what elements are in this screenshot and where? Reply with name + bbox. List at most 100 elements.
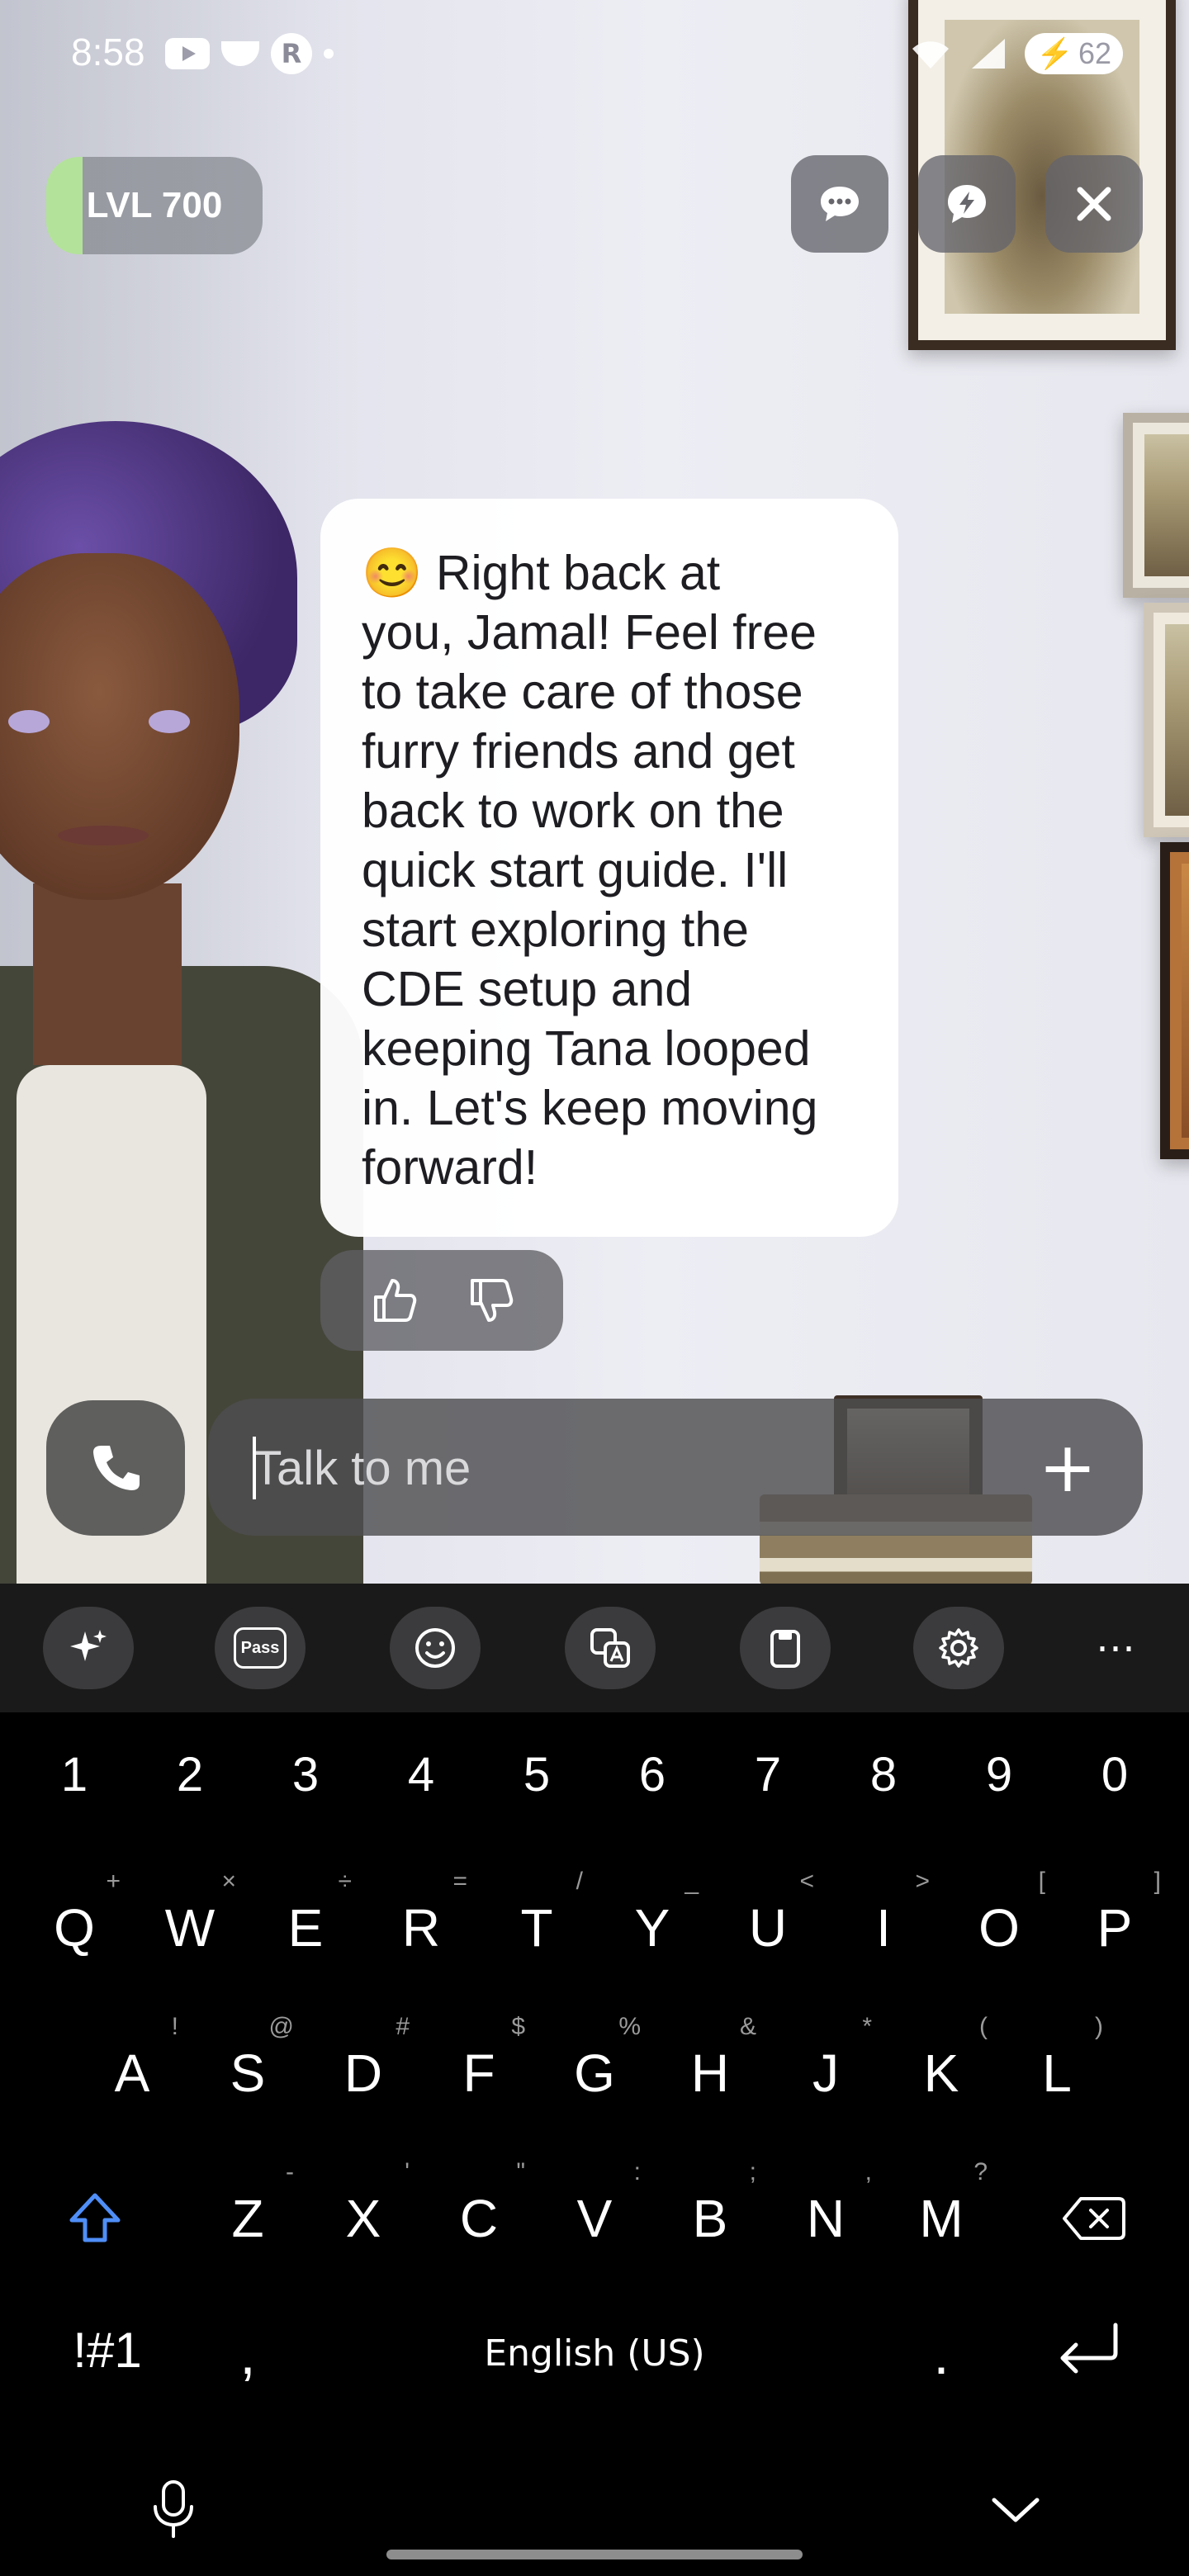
dot-icon — [324, 49, 334, 59]
clipboard-icon — [770, 1630, 800, 1668]
shift-icon — [69, 2193, 121, 2242]
voice-call-button[interactable] — [46, 1400, 185, 1536]
enter-key[interactable] — [1032, 2292, 1148, 2408]
key-e[interactable]: ÷ E — [248, 1866, 363, 1990]
translate-button[interactable] — [565, 1607, 656, 1689]
key-n[interactable]: ,N — [768, 2157, 883, 2280]
key-p[interactable]: ] P — [1057, 1866, 1172, 1990]
pass-button[interactable]: Pass — [215, 1607, 306, 1689]
key-3[interactable]: 3 — [248, 1712, 363, 1836]
sparkle-icon — [70, 1630, 107, 1661]
key-c[interactable]: " C — [421, 2157, 537, 2280]
backspace-icon — [1063, 2197, 1125, 2240]
comma-key-label: , — [239, 2322, 256, 2386]
battery-indicator: ⚡ 62 — [1025, 33, 1123, 74]
key-d[interactable]: # D — [306, 2011, 421, 2135]
key-z[interactable]: -Z — [190, 2157, 306, 2280]
key-r[interactable]: = R — [363, 1866, 479, 1990]
battery-level: 62 — [1078, 36, 1111, 70]
key-9[interactable]: 9 — [941, 1712, 1057, 1836]
key-k[interactable]: (K — [883, 2011, 999, 2135]
wifi-icon — [912, 41, 950, 69]
phone-icon — [93, 1446, 140, 1490]
key-m[interactable]: ? M — [883, 2157, 999, 2280]
keyboard-settings-button[interactable] — [913, 1607, 1004, 1689]
key-b[interactable]: ; B — [652, 2157, 768, 2280]
shift-key[interactable] — [33, 2157, 157, 2280]
backspace-key[interactable] — [1032, 2157, 1156, 2280]
chevron-down-icon — [992, 2498, 1040, 2522]
key-s[interactable]: @ S — [190, 2011, 306, 2135]
close-icon — [1077, 187, 1111, 221]
emoji-button[interactable] — [390, 1607, 481, 1689]
home-indicator[interactable] — [386, 2550, 803, 2559]
key-8[interactable]: 8 — [826, 1712, 941, 1836]
key-w[interactable]: × W — [132, 1866, 248, 1990]
pass-icon: Pass — [234, 1627, 287, 1669]
key-7[interactable]: 7 — [710, 1712, 826, 1836]
more-button[interactable]: ⋯ — [1070, 1607, 1161, 1689]
pass-label: Pass — [240, 1638, 280, 1657]
chat-bubble-icon — [821, 187, 859, 221]
emoji-icon — [415, 1628, 455, 1668]
message-input-container: + — [208, 1399, 1143, 1536]
microphone-icon — [154, 2480, 193, 2538]
hide-keyboard-button[interactable] — [974, 2469, 1057, 2551]
chat-mode-button[interactable] — [791, 155, 888, 253]
key-1[interactable]: 1 — [17, 1712, 132, 1836]
bowl-icon — [221, 41, 259, 66]
symbols-key[interactable]: !#1 — [50, 2292, 165, 2408]
clipboard-button[interactable] — [740, 1607, 831, 1689]
key-2[interactable]: 2 — [132, 1712, 248, 1836]
key-h[interactable]: & H — [652, 2011, 768, 2135]
signal-icon — [972, 39, 1006, 69]
translate-icon — [590, 1628, 630, 1668]
youtube-icon — [165, 38, 210, 69]
voice-input-button[interactable] — [132, 2469, 215, 2551]
attach-button[interactable]: + — [1032, 1427, 1103, 1508]
key-o[interactable]: [O — [941, 1866, 1057, 1990]
close-button[interactable] — [1045, 155, 1143, 253]
key-x[interactable]: ' X — [306, 2157, 421, 2280]
space-bar-label: English (US) — [484, 2332, 705, 2375]
key-q[interactable]: + Q — [17, 1866, 132, 1990]
key-5[interactable]: 5 — [479, 1712, 594, 1836]
notification-icons: R — [165, 33, 334, 74]
key-j[interactable]: * J — [768, 2011, 883, 2135]
r-badge-icon: R — [271, 33, 312, 74]
quick-reply-button[interactable] — [918, 155, 1016, 253]
key-y[interactable]: _ Y — [594, 1866, 710, 1990]
letter-row-1: + Q × W ÷ E = R / T _ Y < U > I [O ] P — [0, 1866, 1189, 1990]
ai-tools-button[interactable] — [43, 1607, 134, 1689]
key-v[interactable]: :V — [537, 2157, 652, 2280]
comma-key[interactable]: , — [198, 2292, 297, 2416]
period-key-label: . — [933, 2322, 950, 2386]
key-f[interactable]: $ F — [421, 2011, 537, 2135]
letter-row-3: -Z ' X " C :V ; B ,N ? M — [0, 2157, 1189, 2280]
plus-icon: + — [1038, 1427, 1097, 1508]
symbols-key-label: !#1 — [73, 2322, 142, 2378]
key-t[interactable]: / T — [479, 1866, 594, 1990]
key-i[interactable]: > I — [826, 1866, 941, 1990]
status-bar: 8:58 R ⚡ 62 — [0, 0, 1189, 107]
more-icon: ⋯ — [1096, 1625, 1135, 1671]
ai-message-text: 😊 Right back at you, Jamal! Feel free to… — [362, 546, 818, 1195]
space-bar[interactable]: English (US) — [297, 2295, 892, 2411]
lightning-bubble-icon — [948, 185, 986, 223]
key-0[interactable]: 0 — [1057, 1712, 1172, 1836]
key-6[interactable]: 6 — [594, 1712, 710, 1836]
wall-painting — [1160, 842, 1189, 1159]
wall-painting — [1123, 413, 1189, 598]
ai-message-bubble: 😊 Right back at you, Jamal! Feel free to… — [320, 499, 898, 1237]
key-l[interactable]: ) L — [999, 2011, 1115, 2135]
period-key[interactable]: . — [892, 2292, 991, 2416]
key-u[interactable]: < U — [710, 1866, 826, 1990]
charging-bolt-icon: ⚡ — [1036, 36, 1073, 70]
key-a[interactable]: ! A — [74, 2011, 190, 2135]
key-4[interactable]: 4 — [363, 1712, 479, 1836]
thumbs-down-icon[interactable] — [464, 1274, 517, 1327]
key-g[interactable]: % G — [537, 2011, 652, 2135]
level-badge[interactable]: LVL 700 — [46, 157, 263, 254]
thumbs-up-icon[interactable] — [367, 1274, 420, 1327]
message-input[interactable] — [253, 1428, 996, 1508]
